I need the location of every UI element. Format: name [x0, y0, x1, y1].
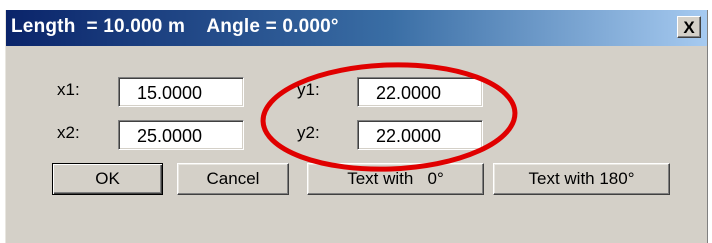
title-bar[interactable]: Length = 10.000 m Angle = 0.000° X — [6, 10, 707, 46]
x1-label: x1: — [57, 80, 80, 99]
close-icon: X — [683, 17, 695, 37]
text-with-0-button[interactable]: Text with 0° — [307, 163, 484, 195]
y2-label: y2: — [297, 123, 320, 142]
x2-value: 25.0000 — [137, 126, 203, 146]
cancel-button[interactable]: Cancel — [177, 163, 289, 195]
ok-button[interactable]: OK — [52, 163, 163, 195]
coordinates-dialog: Length = 10.000 m Angle = 0.000° X x1: 1… — [5, 10, 708, 243]
x2-label: x2: — [57, 123, 80, 142]
y2-value: 22.0000 — [376, 126, 442, 146]
y1-value: 22.0000 — [376, 83, 442, 103]
x2-input[interactable]: 25.0000 — [118, 120, 244, 150]
close-button[interactable]: X — [677, 16, 701, 38]
window-title: Length = 10.000 m Angle = 0.000° — [11, 16, 339, 37]
text-with-180-button[interactable]: Text with 180° — [493, 163, 670, 195]
y2-input[interactable]: 22.0000 — [357, 120, 483, 150]
y1-input[interactable]: 22.0000 — [357, 77, 483, 107]
x1-value: 15.0000 — [137, 83, 203, 103]
x1-input[interactable]: 15.0000 — [118, 77, 244, 107]
y1-label: y1: — [297, 80, 320, 99]
